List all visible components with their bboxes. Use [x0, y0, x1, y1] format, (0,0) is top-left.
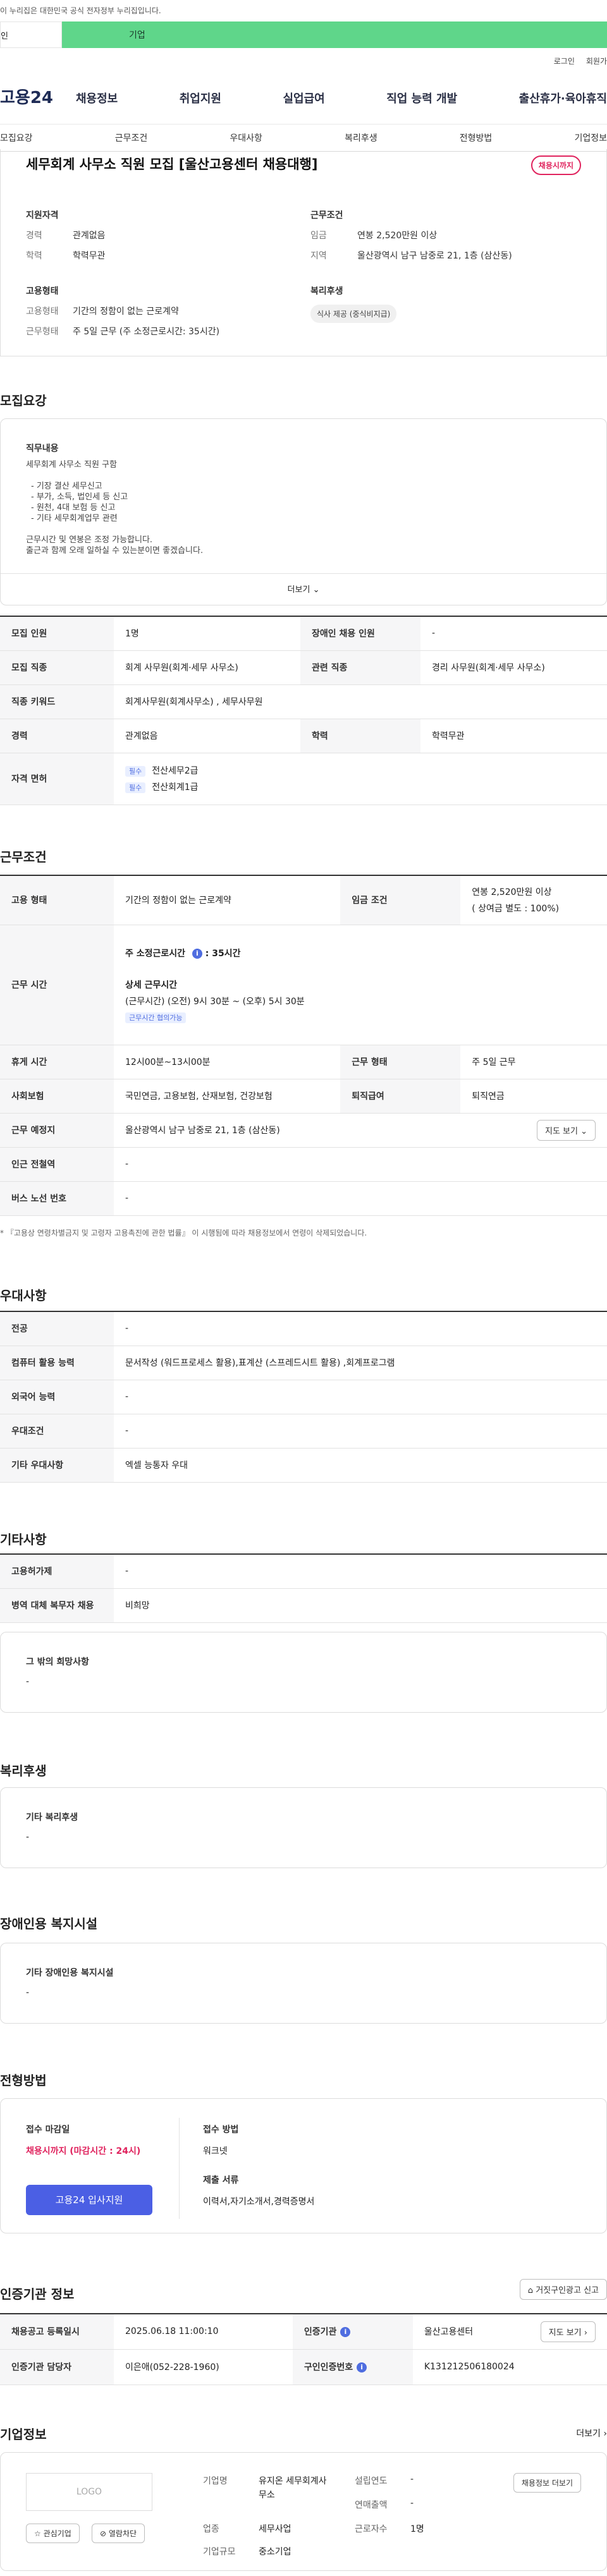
section-title-disability: 장애인용 복지시설: [0, 1916, 98, 1931]
employment-block: 고용형태 고용형태 기간의 정함이 없는 근로계약 근무형태 주 5일 근무 (주 …: [26, 286, 220, 337]
chevron-down-icon: ⌄: [312, 585, 320, 595]
tab-company[interactable]: 기업정보: [574, 131, 607, 144]
block-view-button[interactable]: ⊘ 열람차단: [92, 2524, 145, 2543]
star-icon: ☆: [34, 2529, 41, 2538]
info-icon[interactable]: i: [340, 2327, 351, 2338]
gnb-item-training[interactable]: 직업 능력 개발: [386, 90, 457, 106]
login-link[interactable]: 로그인: [554, 56, 575, 66]
tab-individual[interactable]: 인: [0, 21, 62, 48]
block-icon: ⊘: [100, 2529, 107, 2538]
job-title: 세무회계 사무소 직원 모집 [울산고용센터 채용대행]: [26, 157, 318, 172]
house-icon: ⌂: [527, 2286, 534, 2295]
section-title-recruit: 모집요강: [0, 393, 47, 408]
duty-box: 직무내용 세무회계 사무소 직원 구함 - 기장 결산 세무신고 - 부가, 소…: [0, 418, 607, 605]
gnb-item-unemployment[interactable]: 실업급여: [283, 90, 325, 106]
conditions-table: 고용 형태 기간의 정함이 없는 근로계약 임금 조건 연봉 2,520만원 이상…: [0, 875, 607, 1216]
member-type-tabs: 인 기업: [0, 21, 607, 48]
etc-table: 고용허가제 - 병역 대체 복무자 채용 비희망: [0, 1553, 607, 1623]
tab-process[interactable]: 전형방법: [460, 131, 493, 144]
license-item: 전산회계1급: [152, 782, 199, 793]
tab-recruit[interactable]: 모집요강: [0, 131, 33, 144]
condition-block: 근무조건 임금 연봉 2,520만원 이상 지역 울산광역시 남구 남중로 21, …: [310, 210, 512, 261]
deadline-badge: 채용시까지: [530, 155, 581, 175]
favorite-company-button[interactable]: ☆ 관심기업: [26, 2524, 80, 2543]
recruit-table: 모집 인원 1명 장애인 채용 인원 - 모집 직종 회계 사무원(회계·세무 사무소…: [0, 616, 607, 805]
utility-links: 로그인 회원가: [554, 56, 607, 66]
company-name: 유지온 세무회계사무소: [259, 2476, 327, 2500]
job-summary-card: 세무회계 사무소 직원 모집 [울산고용센터 채용대행] 채용시까지 지원자격 …: [0, 149, 607, 356]
section-title-preferences: 우대사항: [0, 1288, 47, 1303]
tab-conditions[interactable]: 근무조건: [115, 131, 148, 144]
license-item: 전산세무2급: [152, 766, 199, 776]
section-tabs: 모집요강 근무조건 우대사항 복리후생 전형방법 기업정보: [0, 124, 607, 152]
tab-preferences[interactable]: 우대사항: [230, 131, 262, 144]
divider: [179, 2118, 180, 2219]
duty-text: 세무회계 사무소 직원 구함 - 기장 결산 세무신고 - 부가, 소득, 법인…: [26, 460, 204, 556]
cert-table: 채용공고 등록일시 2025.06.18 11:00:10 인증기관 i 울산고용센…: [0, 2313, 607, 2385]
age-notice: * 『고용상 연령차별금지 및 고령자 고용촉진에 관한 법률』 이 시행됨에 …: [0, 1229, 367, 1237]
gov-banner: 이 누리집은 대한민국 공식 전자정부 누리집입니다.: [0, 0, 607, 21]
welfare-box: 기타 복리후생 -: [0, 1787, 607, 1868]
tab-corporate[interactable]: 기업: [62, 21, 607, 48]
site-logo[interactable]: 고용24: [0, 85, 53, 108]
gnb-item-jobs[interactable]: 채용정보: [76, 90, 118, 106]
welfare-block: 복리후생 식사 제공 (중식비지급): [310, 284, 589, 323]
company-jobs-button[interactable]: 채용정보 더보기: [513, 2473, 581, 2493]
global-nav: 채용정보 취업지원 실업급여 직업 능력 개발 출산휴가·육아휴직: [76, 90, 607, 106]
section-title-cert: 인증기관 정보: [0, 2287, 75, 2302]
section-title-process: 전형방법: [0, 2073, 47, 2088]
company-more-link[interactable]: 더보기 ›: [576, 2427, 607, 2439]
company-logo: LOGO: [26, 2473, 152, 2511]
company-box: LOGO ☆ 관심기업 ⊘ 열람차단 기업명 유지온 세무회계사무소 업종 세무…: [0, 2452, 607, 2571]
info-icon[interactable]: i: [192, 949, 202, 959]
section-title-company: 기업정보: [0, 2427, 47, 2442]
report-fake-ad-button[interactable]: ⌂ 거짓구인광고 신고: [519, 2279, 607, 2300]
gnb-item-leave[interactable]: 출산휴가·육아휴직: [519, 90, 607, 106]
disability-box: 기타 장애인용 복지시설 -: [0, 1943, 607, 2024]
cert-map-button[interactable]: 지도 보기 ›: [540, 2321, 596, 2342]
process-box: 접수 마감일 채용시까지 (마감시간 : 24시) 고용24 입사지원 접수 방…: [0, 2098, 607, 2233]
tab-welfare[interactable]: 복리후생: [345, 131, 377, 144]
gnb-item-employment-support[interactable]: 취업지원: [180, 90, 221, 106]
deadline-text: 채용시까지 (마감시간 : 24시): [26, 2146, 141, 2156]
preferences-table: 전공 - 컴퓨터 활용 능력 문서작성 (워드프로세스 활용),표계산 (스프레드시…: [0, 1311, 607, 1483]
section-title-welfare: 복리후생: [0, 1763, 47, 1778]
section-title-etc: 기타사항: [0, 1532, 47, 1547]
qualification-block: 지원자격 경력 관계없음 학력 학력무관: [26, 210, 106, 261]
apply-button[interactable]: 고용24 입사지원: [26, 2185, 152, 2215]
info-icon[interactable]: i: [357, 2362, 367, 2372]
wish-box: 그 밖의 희망사항 -: [0, 1632, 607, 1713]
more-button[interactable]: 더보기 ⌄: [1, 573, 606, 606]
join-link[interactable]: 회원가: [586, 56, 607, 66]
welfare-pill: 식사 제공 (중식비지급): [310, 305, 397, 323]
section-title-conditions: 근무조건: [0, 849, 47, 865]
map-view-button[interactable]: 지도 보기 ⌄: [536, 1119, 596, 1141]
